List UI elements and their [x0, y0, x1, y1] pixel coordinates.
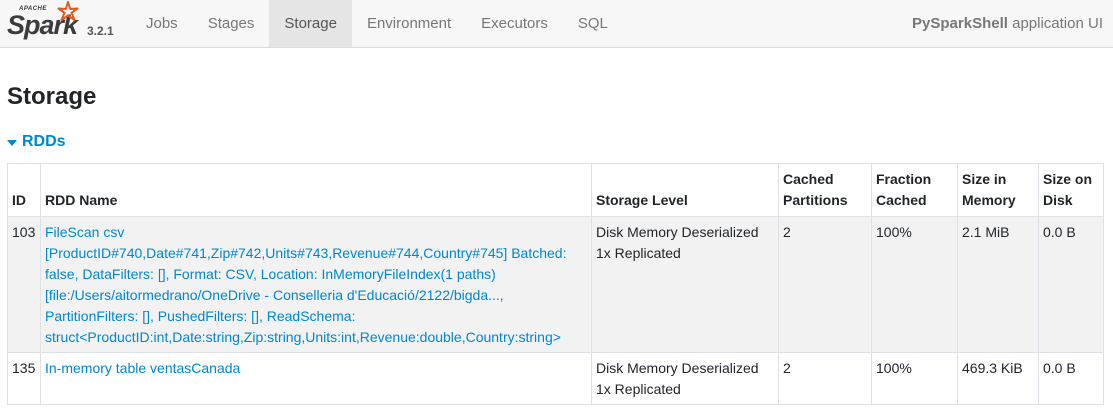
table-header-row: ID RDD Name Storage Level Cached Partiti… — [7, 163, 1104, 217]
application-name-suffix: application UI — [1007, 15, 1103, 32]
cell-size-on-disk: 0.0 B — [1038, 216, 1104, 353]
caret-down-icon — [7, 139, 17, 146]
cell-rdd-name: In-memory table ventasCanada — [40, 352, 592, 405]
table-row: 103 FileScan csv [ProductID#740,Date#741… — [7, 216, 1104, 353]
column-header-id[interactable]: ID — [7, 163, 41, 217]
tab-jobs[interactable]: Jobs — [131, 0, 193, 47]
cell-storage-level: Disk Memory Deserialized 1x Replicated — [591, 352, 779, 405]
spark-version: 3.2.1 — [87, 24, 114, 38]
application-name-bold: PySparkShell — [912, 15, 1008, 32]
column-header-storage-level[interactable]: Storage Level — [591, 163, 779, 217]
spark-star-icon — [57, 1, 79, 21]
table-row: 135 In-memory table ventasCanada Disk Me… — [7, 352, 1104, 405]
page-title: Storage — [7, 83, 97, 110]
column-header-size-in-memory[interactable]: Size in Memory — [957, 163, 1039, 217]
column-header-rdd-name[interactable]: RDD Name — [40, 163, 592, 217]
tab-executors[interactable]: Executors — [466, 0, 563, 47]
tab-sql[interactable]: SQL — [563, 0, 623, 47]
nav-tabs: Jobs Stages Storage Environment Executor… — [131, 0, 623, 48]
cell-size-in-memory: 469.3 KiB — [957, 352, 1039, 405]
rdd-name-link[interactable]: In-memory table ventasCanada — [45, 360, 240, 376]
spark-logo[interactable]: APACHE Spark 3.2.1 — [5, 0, 125, 48]
tab-stages[interactable]: Stages — [193, 0, 270, 47]
cell-size-on-disk: 0.0 B — [1038, 352, 1104, 405]
tab-environment[interactable]: Environment — [352, 0, 466, 47]
rdds-section-toggle[interactable]: RDDs — [7, 133, 66, 151]
cell-fraction-cached: 100% — [871, 352, 958, 405]
cell-id: 135 — [7, 352, 41, 405]
rdd-storage-table: ID RDD Name Storage Level Cached Partiti… — [7, 163, 1104, 405]
column-header-size-on-disk[interactable]: Size on Disk — [1038, 163, 1104, 217]
cell-size-in-memory: 2.1 MiB — [957, 216, 1039, 353]
column-header-fraction-cached[interactable]: Fraction Cached — [871, 163, 958, 217]
rdd-name-link[interactable]: FileScan csv [ProductID#740,Date#741,Zip… — [45, 224, 566, 345]
cell-rdd-name: FileScan csv [ProductID#740,Date#741,Zip… — [40, 216, 592, 353]
rdds-section-label: RDDs — [22, 133, 66, 150]
cell-cached-partitions: 2 — [778, 216, 872, 353]
column-header-cached-partitions[interactable]: Cached Partitions — [778, 163, 872, 217]
top-navbar: APACHE Spark 3.2.1 Jobs Stages Storage E… — [0, 0, 1113, 48]
application-name: PySparkShell application UI — [912, 0, 1103, 47]
cell-id: 103 — [7, 216, 41, 353]
cell-cached-partitions: 2 — [778, 352, 872, 405]
cell-fraction-cached: 100% — [871, 216, 958, 353]
tab-storage[interactable]: Storage — [269, 0, 352, 47]
cell-storage-level: Disk Memory Deserialized 1x Replicated — [591, 216, 779, 353]
